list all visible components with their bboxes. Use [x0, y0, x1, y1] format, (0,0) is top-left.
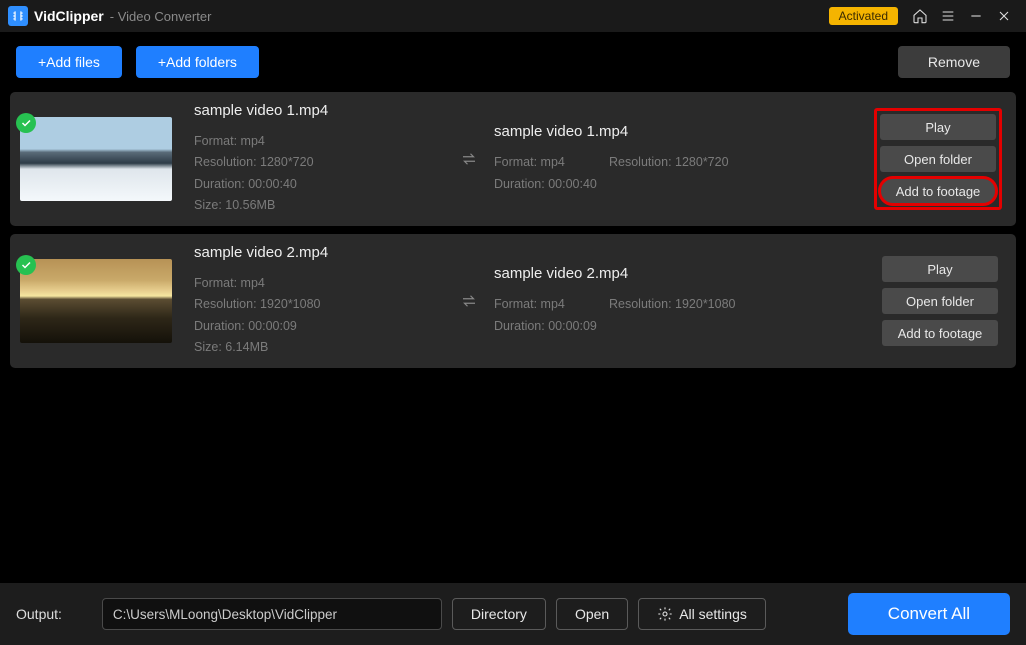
directory-button[interactable]: Directory — [452, 598, 546, 630]
convert-all-button[interactable]: Convert All — [848, 593, 1010, 635]
open-folder-button[interactable]: Open folder — [882, 288, 998, 314]
play-button[interactable]: Play — [880, 114, 996, 140]
open-button[interactable]: Open — [556, 598, 628, 630]
add-to-footage-button[interactable]: Add to footage — [882, 320, 998, 346]
highlighted-actions: Play Open folder Add to footage — [874, 108, 1002, 210]
source-format: Format: mp4 — [194, 131, 309, 152]
all-settings-button[interactable]: All settings — [638, 598, 766, 630]
source-info: sample video 1.mp4 Format: mp4 Resolutio… — [172, 102, 452, 216]
add-files-button[interactable]: +Add files — [16, 46, 122, 78]
row-actions: Play Open folder Add to footage — [786, 252, 1006, 350]
row-actions: Play Open folder Add to footage — [786, 108, 1006, 210]
actions-group: Play Open folder Add to footage — [878, 252, 1002, 350]
app-subtitle: - Video Converter — [110, 9, 212, 24]
source-info: sample video 2.mp4 Format: mp4 Resolutio… — [172, 244, 452, 358]
thumbnail — [20, 117, 172, 201]
file-list: sample video 1.mp4 Format: mp4 Resolutio… — [0, 92, 1026, 368]
source-resolution: Resolution: 1920*1080 — [194, 294, 354, 315]
dest-info: sample video 1.mp4 Format: mp4 Resolutio… — [486, 123, 786, 195]
source-size: Size: 10.56MB — [194, 195, 354, 216]
file-row[interactable]: sample video 2.mp4 Format: mp4 Resolutio… — [10, 234, 1016, 368]
thumbnail — [20, 259, 172, 343]
remove-button[interactable]: Remove — [898, 46, 1010, 78]
source-format: Format: mp4 — [194, 273, 309, 294]
all-settings-label: All settings — [679, 606, 747, 622]
dest-filename: sample video 2.mp4 — [494, 265, 786, 282]
source-size: Size: 6.14MB — [194, 337, 354, 358]
gear-icon — [657, 606, 673, 622]
add-to-footage-button[interactable]: Add to footage — [880, 178, 996, 204]
swap-icon — [452, 292, 486, 310]
source-resolution: Resolution: 1280*720 — [194, 152, 354, 173]
footer: Output: Directory Open All settings Conv… — [0, 583, 1026, 645]
toolbar: +Add files +Add folders Remove — [0, 32, 1026, 92]
source-filename: sample video 2.mp4 — [194, 244, 452, 261]
source-duration: Duration: 00:00:09 — [194, 316, 309, 337]
app-logo — [8, 6, 28, 26]
dest-resolution: Resolution: 1280*720 — [609, 152, 769, 173]
output-label: Output: — [16, 606, 62, 622]
dest-resolution: Resolution: 1920*1080 — [609, 294, 769, 315]
dest-filename: sample video 1.mp4 — [494, 123, 786, 140]
menu-icon[interactable] — [939, 7, 957, 25]
check-icon — [16, 113, 36, 133]
check-icon — [16, 255, 36, 275]
app-name: VidClipper — [34, 8, 104, 24]
home-icon[interactable] — [911, 7, 929, 25]
dest-duration: Duration: 00:00:40 — [494, 174, 597, 195]
output-path-input[interactable] — [102, 598, 442, 630]
add-folders-button[interactable]: +Add folders — [136, 46, 259, 78]
close-icon[interactable] — [995, 7, 1013, 25]
dest-info: sample video 2.mp4 Format: mp4 Resolutio… — [486, 265, 786, 337]
activated-badge: Activated — [829, 7, 898, 25]
title-bar: VidClipper - Video Converter Activated — [0, 0, 1026, 32]
file-row[interactable]: sample video 1.mp4 Format: mp4 Resolutio… — [10, 92, 1016, 226]
dest-duration: Duration: 00:00:09 — [494, 316, 597, 337]
open-folder-button[interactable]: Open folder — [880, 146, 996, 172]
source-duration: Duration: 00:00:40 — [194, 174, 309, 195]
dest-format: Format: mp4 — [494, 294, 609, 315]
dest-format: Format: mp4 — [494, 152, 609, 173]
swap-icon — [452, 150, 486, 168]
minimize-icon[interactable] — [967, 7, 985, 25]
play-button[interactable]: Play — [882, 256, 998, 282]
source-filename: sample video 1.mp4 — [194, 102, 452, 119]
